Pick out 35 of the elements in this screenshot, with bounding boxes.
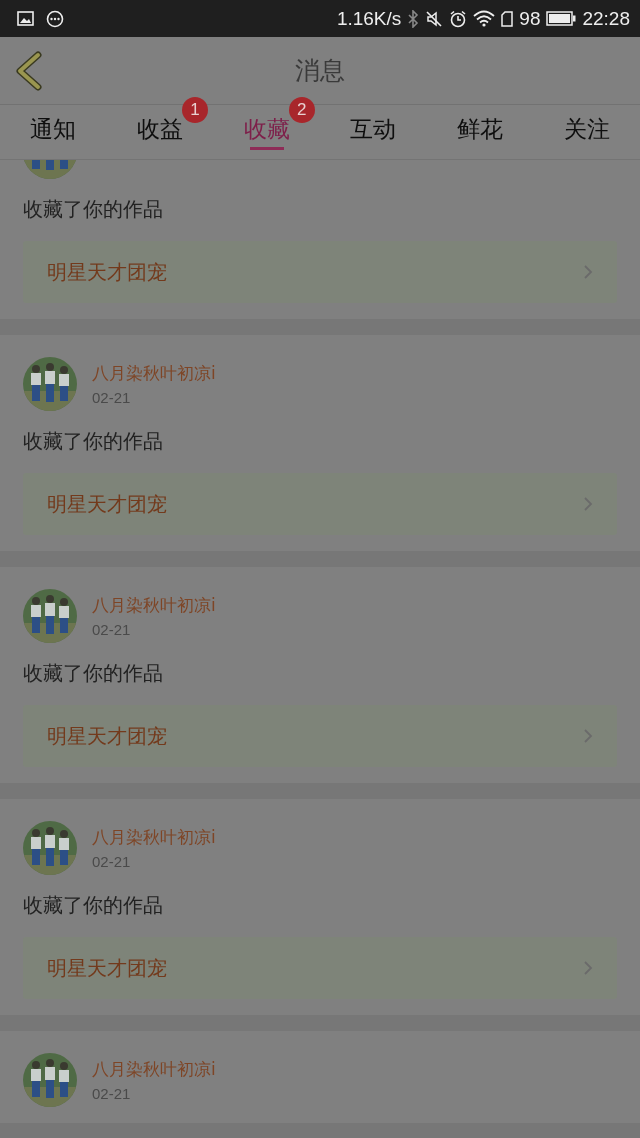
wifi-icon xyxy=(473,10,496,27)
user-name[interactable]: 八月染秋叶初凉i xyxy=(92,361,216,384)
chevron-right-icon xyxy=(583,728,593,744)
chevron-right-icon xyxy=(583,496,593,512)
clock: 22:28 xyxy=(582,7,630,30)
tab[interactable]: 关注 xyxy=(563,105,610,149)
user-name[interactable]: 八月染秋叶初凉i xyxy=(92,825,216,848)
message-text: 收藏了你的作品 xyxy=(23,660,164,687)
work-link[interactable]: 明星天才团宠 xyxy=(23,473,617,535)
message-text: 收藏了你的作品 xyxy=(23,196,164,223)
battery-icon xyxy=(546,11,577,26)
user-name[interactable]: 八月染秋叶初凉i xyxy=(92,593,216,616)
back-icon[interactable] xyxy=(14,51,44,91)
more-icon xyxy=(46,9,64,28)
page-title: 消息 xyxy=(295,55,345,87)
work-link[interactable]: 明星天才团宠 xyxy=(23,937,617,999)
work-link[interactable]: 明星天才团宠 xyxy=(23,705,617,767)
chevron-right-icon xyxy=(583,960,593,976)
sim-card-icon xyxy=(501,10,514,27)
alarm-icon xyxy=(449,9,468,28)
tab[interactable]: 鲜花 xyxy=(457,105,503,149)
mute-icon xyxy=(425,9,444,28)
count-badge: 1 xyxy=(182,97,208,123)
tab[interactable]: 通知 xyxy=(30,105,77,149)
message-text: 收藏了你的作品 xyxy=(23,892,164,919)
tab[interactable]: 互动 xyxy=(350,105,397,149)
message-text: 收藏了你的作品 xyxy=(23,428,164,455)
user-name[interactable]: 八月染秋叶初凉i xyxy=(92,1057,216,1080)
work-link[interactable]: 明星天才团宠 xyxy=(23,241,617,303)
battery-level: 98 xyxy=(519,7,541,30)
image-icon xyxy=(17,11,34,26)
tab[interactable]: 收益 xyxy=(137,105,183,149)
network-speed: 1.16K/s xyxy=(336,7,402,30)
chevron-right-icon xyxy=(583,264,593,280)
bluetooth-icon xyxy=(407,9,420,28)
